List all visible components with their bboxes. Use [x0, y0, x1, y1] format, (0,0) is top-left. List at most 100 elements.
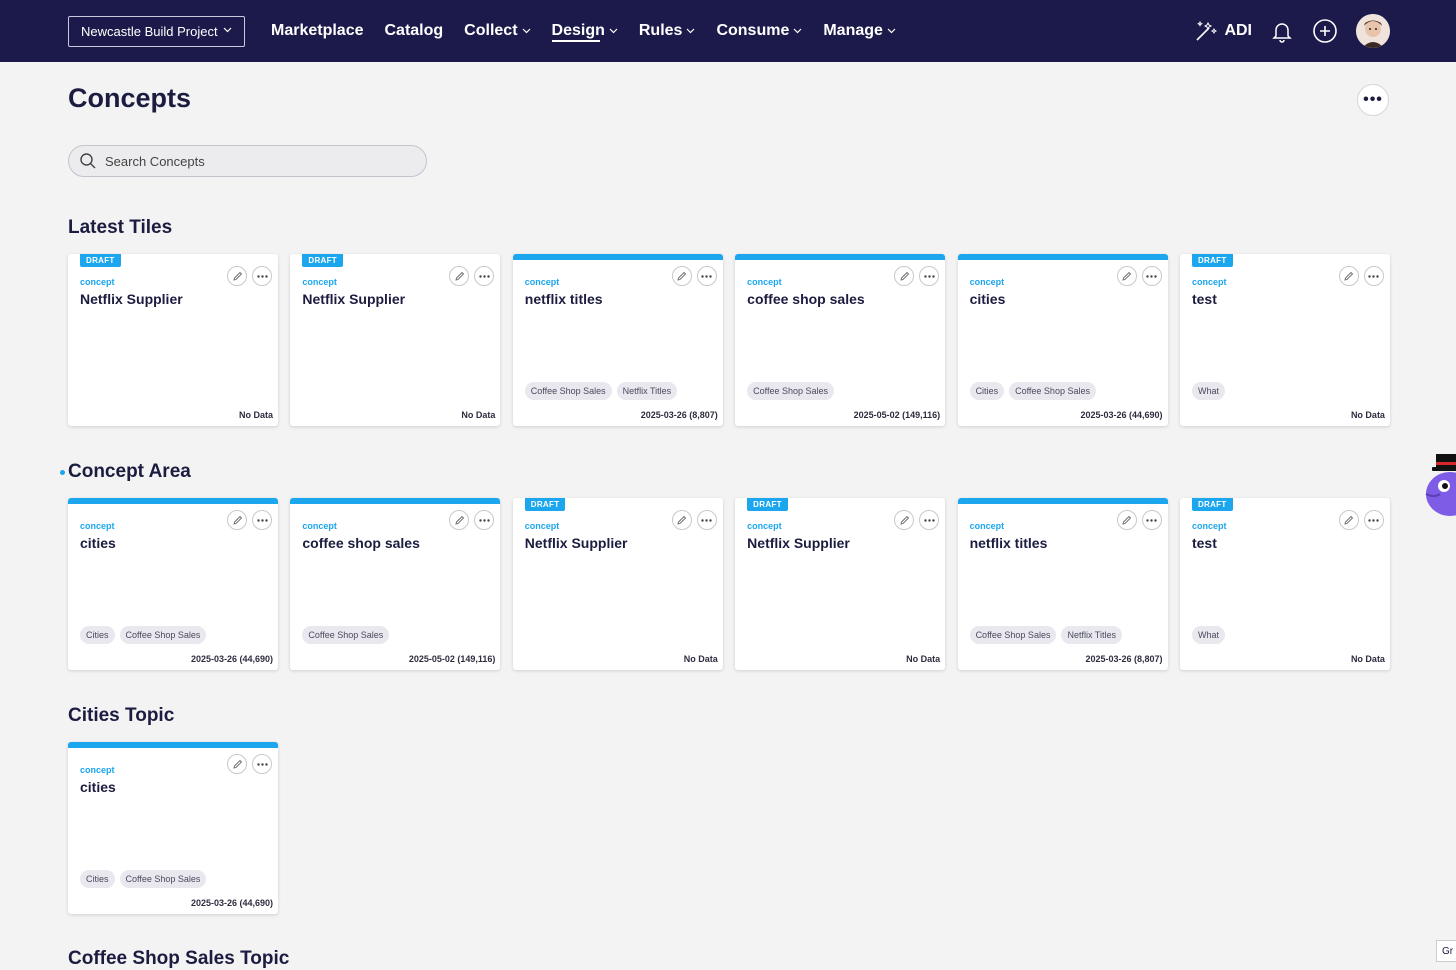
tile-tag[interactable]: Cities	[80, 870, 115, 888]
more-options-icon[interactable]	[252, 510, 272, 530]
tile-type: concept	[969, 277, 1005, 287]
tile-tag[interactable]: Coffee Shop Sales	[302, 626, 390, 644]
nav-item-design[interactable]: Design	[551, 0, 618, 62]
section-marker-dot	[60, 470, 65, 475]
more-options-icon[interactable]	[696, 266, 717, 286]
search-input[interactable]	[105, 153, 405, 169]
concept-tile[interactable]: concept netflix titles Coffee Shop Sales Ne…	[957, 498, 1168, 670]
chevron-down-icon	[686, 28, 695, 34]
concept-tile[interactable]: concept cities Cities Coffee Shop Sales 2025…	[957, 254, 1168, 426]
search-bar[interactable]	[68, 145, 427, 177]
more-options-icon[interactable]	[919, 510, 940, 530]
edit-pencil-icon[interactable]	[1116, 266, 1137, 286]
tile-type: concept	[524, 521, 560, 531]
more-options-icon[interactable]	[919, 266, 940, 286]
tile-type: concept	[969, 521, 1005, 531]
page-more-options-button[interactable]: •••	[1357, 84, 1389, 116]
tile-tag[interactable]: Coffee Shop Sales	[119, 870, 207, 888]
tile-tag[interactable]: Coffee Shop Sales	[969, 626, 1057, 644]
nav-item-collect[interactable]: Collect	[464, 0, 530, 62]
tile-type: concept	[1191, 277, 1227, 287]
assistant-mascot-icon[interactable]	[1424, 448, 1456, 518]
draft-badge: DRAFT	[747, 498, 788, 511]
edit-pencil-icon[interactable]	[671, 510, 692, 530]
edit-pencil-icon[interactable]	[449, 266, 470, 286]
plus-circle-icon[interactable]	[1312, 18, 1338, 44]
tile-type: concept	[524, 277, 560, 287]
tile-type: concept	[302, 521, 337, 531]
section-title: Coffee Shop Sales Topic	[68, 948, 290, 969]
more-options-icon[interactable]	[474, 510, 495, 530]
nav-item-catalog[interactable]: Catalog	[385, 0, 444, 62]
more-options-icon[interactable]	[252, 754, 272, 774]
concept-tile[interactable]: DRAFT concept Netflix Supplier No Data	[512, 498, 723, 670]
bell-icon[interactable]	[1270, 19, 1294, 43]
tile-name: Netflix Supplier	[80, 291, 183, 307]
avatar[interactable]	[1356, 14, 1390, 48]
edit-pencil-icon[interactable]	[1338, 266, 1359, 286]
edit-pencil-icon[interactable]	[227, 510, 247, 530]
concept-tile[interactable]: DRAFT concept test What No Data	[1179, 498, 1390, 670]
main-nav: Marketplace Catalog Collect Design Rules Cons…	[271, 0, 917, 62]
edit-pencil-icon[interactable]	[449, 510, 470, 530]
section-title: Concept Area	[68, 461, 191, 482]
edit-pencil-icon[interactable]	[227, 754, 247, 774]
concept-tile[interactable]: concept coffee shop sales Coffee Shop Sale…	[290, 498, 501, 670]
more-options-icon[interactable]	[252, 266, 272, 286]
corner-widget[interactable]: Gr	[1436, 940, 1456, 962]
more-options-icon[interactable]	[1363, 510, 1384, 530]
draft-badge: DRAFT	[80, 254, 121, 267]
tile-name: cities	[969, 291, 1006, 307]
nav-item-rules[interactable]: Rules	[639, 0, 696, 62]
edit-pencil-icon[interactable]	[894, 266, 915, 286]
page-title: Concepts	[68, 83, 192, 113]
chevron-down-icon	[609, 28, 618, 34]
concept-tile[interactable]: DRAFT concept Netflix Supplier No Data	[290, 254, 501, 426]
project-selector[interactable]: Newcastle Build Project	[68, 16, 245, 47]
tile-tag[interactable]: Netflix Titles	[1061, 626, 1122, 644]
more-options-icon[interactable]	[1363, 266, 1384, 286]
nav-item-label: Consume	[716, 22, 790, 39]
concept-tile[interactable]: DRAFT concept Netflix Supplier No Data	[68, 254, 278, 426]
concept-tile[interactable]: concept coffee shop sales Coffee Shop Sale…	[735, 254, 946, 426]
concept-tile[interactable]: concept cities Cities Coffee Shop Sales 2025…	[68, 742, 278, 914]
concept-tile[interactable]: DRAFT concept Netflix Supplier No Data	[735, 498, 946, 670]
tile-tag[interactable]: What	[1191, 382, 1225, 400]
tile-footer: No Data	[461, 410, 496, 420]
more-options-icon[interactable]	[1141, 510, 1162, 530]
tile-tag[interactable]: Netflix Titles	[616, 382, 678, 400]
concept-tile[interactable]: DRAFT concept test What No Data	[1179, 254, 1390, 426]
more-options-icon[interactable]	[474, 266, 495, 286]
more-options-icon[interactable]	[696, 510, 717, 530]
tile-tag[interactable]: Coffee Shop Sales	[747, 382, 835, 400]
more-options-icon[interactable]	[1141, 266, 1162, 286]
tile-tag[interactable]: Coffee Shop Sales	[119, 626, 207, 644]
nav-item-marketplace[interactable]: Marketplace	[271, 0, 364, 62]
nav-item-consume[interactable]: Consume	[716, 0, 802, 62]
tile-name: Netflix Supplier	[302, 291, 406, 307]
tile-footer: No Data	[1350, 410, 1385, 420]
edit-pencil-icon[interactable]	[227, 266, 247, 286]
tile-tag[interactable]: Coffee Shop Sales	[524, 382, 612, 400]
concept-tile[interactable]: concept netflix titles Coffee Shop Sales Ne…	[512, 254, 723, 426]
tile-name: Netflix Supplier	[747, 535, 850, 551]
magic-wand-icon	[1196, 20, 1218, 41]
more-icon: •••	[1363, 91, 1383, 108]
draft-badge: DRAFT	[1191, 254, 1233, 267]
tile-tag[interactable]: What	[1191, 626, 1225, 644]
tile-tag[interactable]: Cities	[80, 626, 115, 644]
edit-pencil-icon[interactable]	[1116, 510, 1137, 530]
tile-tag[interactable]: Coffee Shop Sales	[1009, 382, 1096, 400]
edit-pencil-icon[interactable]	[1338, 510, 1359, 530]
edit-pencil-icon[interactable]	[671, 266, 692, 286]
draft-badge: DRAFT	[524, 498, 566, 511]
tile-footer: 2025-05-02 (149,116)	[853, 410, 941, 420]
search-icon	[80, 153, 96, 169]
concept-tile[interactable]: concept cities Cities Coffee Shop Sales 2025…	[68, 498, 278, 670]
adi-button[interactable]: ADI	[1194, 19, 1252, 43]
tile-name: cities	[80, 779, 116, 795]
edit-pencil-icon[interactable]	[894, 510, 915, 530]
nav-item-manage[interactable]: Manage	[823, 0, 896, 62]
tile-footer: 2025-05-02 (149,116)	[408, 654, 496, 664]
tile-tag[interactable]: Cities	[969, 382, 1005, 400]
